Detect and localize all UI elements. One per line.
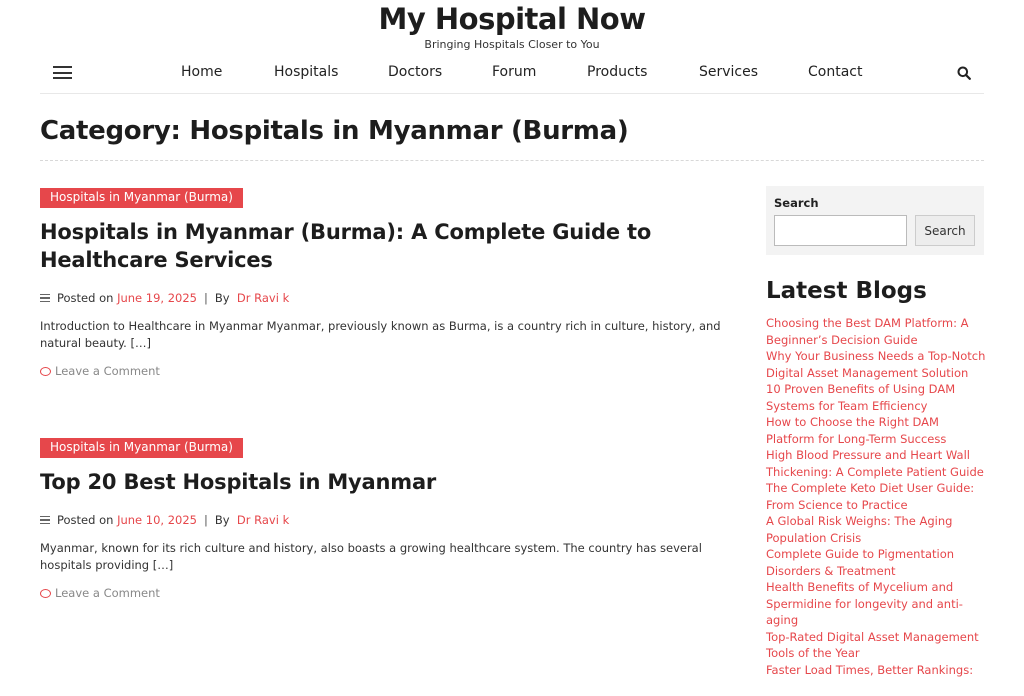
nav-item-home[interactable]: Home <box>181 64 222 80</box>
post-title[interactable]: Top 20 Best Hospitals in Myanmar <box>40 468 730 496</box>
post-excerpt: Myanmar, known for its rich culture and … <box>40 541 702 572</box>
comment-icon <box>40 588 51 598</box>
post-meta: Posted on June 10, 2025 | By Dr Ravi k <box>40 513 730 527</box>
nav-item-forum[interactable]: Forum <box>492 64 536 80</box>
list-icon <box>40 292 50 305</box>
by-label: By <box>214 513 230 527</box>
post-card: Hospitals in Myanmar (Burma) Hospitals i… <box>40 186 730 378</box>
search-icon[interactable] <box>957 66 971 80</box>
latest-blog-link[interactable]: Choosing the Best DAM Platform: A Beginn… <box>766 315 988 348</box>
post-author-link[interactable]: Dr Ravi k <box>237 513 289 527</box>
leave-comment-link[interactable]: Leave a Comment <box>40 364 730 378</box>
list-icon <box>40 514 50 527</box>
search-input[interactable] <box>774 215 907 246</box>
leave-comment-label[interactable]: Leave a Comment <box>55 586 160 600</box>
latest-blog-link[interactable]: Top-Rated Digital Asset Management Tools… <box>766 629 988 662</box>
post-category-badge[interactable]: Hospitals in Myanmar (Burma) <box>40 188 243 208</box>
header-divider <box>40 93 984 94</box>
latest-blog-link[interactable]: Why Your Business Needs a Top-Notch Digi… <box>766 348 988 381</box>
post-author-link[interactable]: Dr Ravi k <box>237 291 289 305</box>
post-meta: Posted on June 19, 2025 | By Dr Ravi k <box>40 291 730 305</box>
site-title[interactable]: My Hospital Now <box>0 2 1024 36</box>
comment-icon <box>40 366 51 376</box>
search-button[interactable]: Search <box>915 215 975 246</box>
nav-item-contact[interactable]: Contact <box>808 64 862 80</box>
latest-blog-link[interactable]: Faster Load Times, Better Rankings: <box>766 662 988 679</box>
posted-on-label: Posted on <box>57 291 114 305</box>
latest-blog-link[interactable]: 10 Proven Benefits of Using DAM Systems … <box>766 381 988 414</box>
meta-separator: | <box>204 513 208 527</box>
search-widget-label: Search <box>774 196 819 210</box>
post-card: Hospitals in Myanmar (Burma) Top 20 Best… <box>40 436 730 600</box>
main-nav: Home Hospitals Doctors Forum Products Se… <box>0 64 1024 84</box>
site-tagline: Bringing Hospitals Closer to You <box>424 38 600 51</box>
title-divider <box>40 160 984 161</box>
leave-comment-link[interactable]: Leave a Comment <box>40 586 730 600</box>
posted-on-label: Posted on <box>57 513 114 527</box>
page-title: Category: Hospitals in Myanmar (Burma) <box>40 116 629 146</box>
post-date-link[interactable]: June 19, 2025 <box>117 291 197 305</box>
nav-item-hospitals[interactable]: Hospitals <box>274 64 338 80</box>
post-date-link[interactable]: June 10, 2025 <box>117 513 197 527</box>
latest-blog-link[interactable]: A Global Risk Weighs: The Aging Populati… <box>766 513 988 546</box>
latest-blogs-heading: Latest Blogs <box>766 278 927 304</box>
nav-item-services[interactable]: Services <box>699 64 758 80</box>
post-excerpt: Introduction to Healthcare in Myanmar My… <box>40 319 721 350</box>
latest-blog-link[interactable]: The Complete Keto Diet User Guide: From … <box>766 480 988 513</box>
post-category-badge[interactable]: Hospitals in Myanmar (Burma) <box>40 438 243 458</box>
meta-separator: | <box>204 291 208 305</box>
nav-item-products[interactable]: Products <box>587 64 647 80</box>
latest-blog-link[interactable]: Complete Guide to Pigmentation Disorders… <box>766 546 988 579</box>
by-label: By <box>214 291 230 305</box>
nav-item-doctors[interactable]: Doctors <box>388 64 442 80</box>
latest-blogs-list: Choosing the Best DAM Platform: A Beginn… <box>766 315 988 678</box>
latest-blog-link[interactable]: High Blood Pressure and Heart Wall Thick… <box>766 447 988 480</box>
latest-blog-link[interactable]: Health Benefits of Mycelium and Spermidi… <box>766 579 988 629</box>
sidebar-search-widget: Search Search <box>766 186 984 255</box>
leave-comment-label[interactable]: Leave a Comment <box>55 364 160 378</box>
post-title[interactable]: Hospitals in Myanmar (Burma): A Complete… <box>40 218 730 274</box>
latest-blog-link[interactable]: How to Choose the Right DAM Platform for… <box>766 414 988 447</box>
